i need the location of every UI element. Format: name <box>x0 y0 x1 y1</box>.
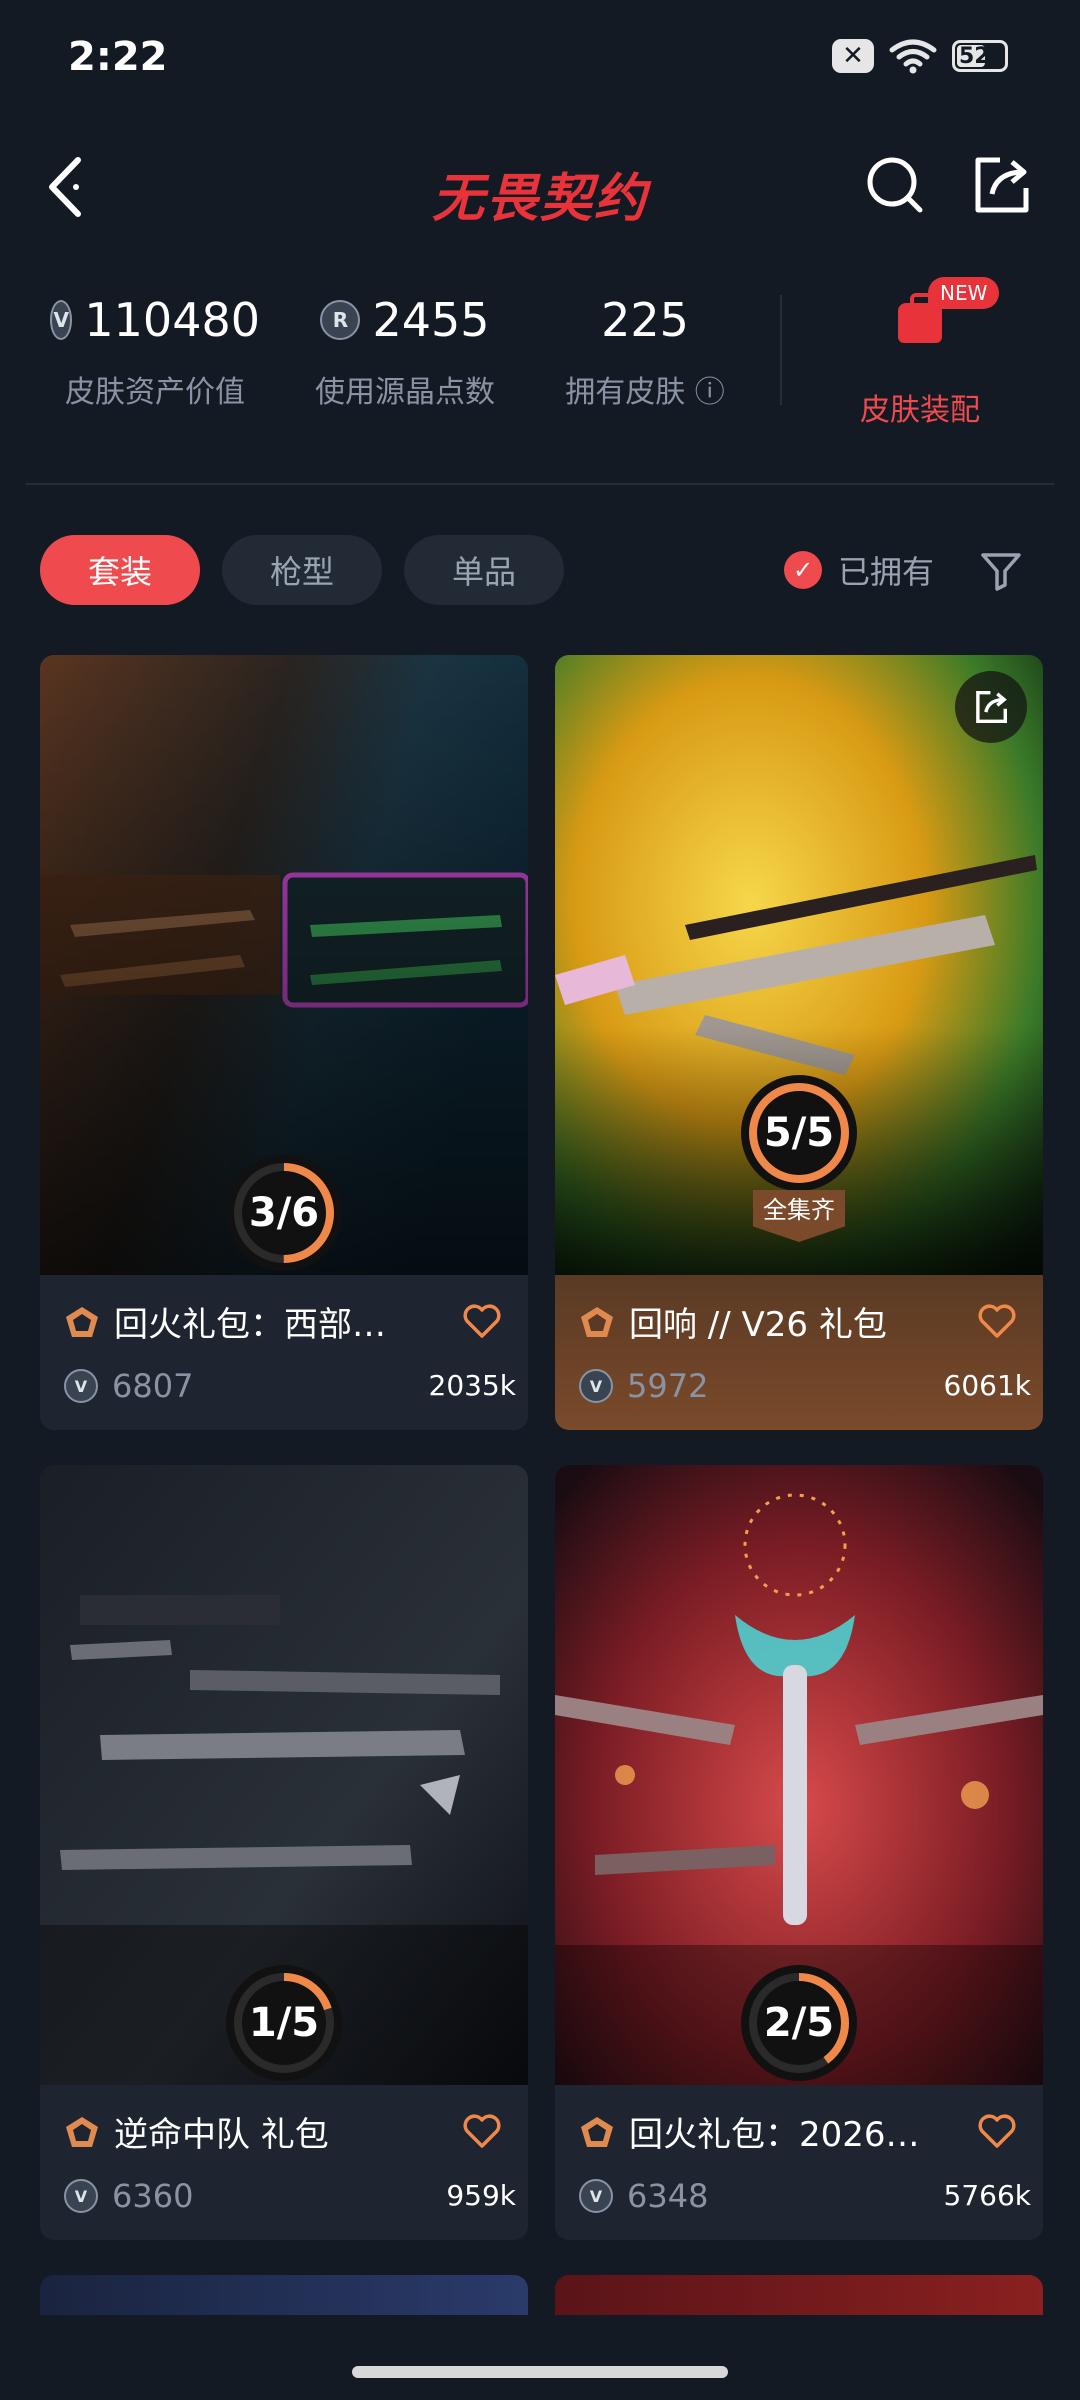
stat-label: 使用源晶点数 <box>315 375 495 410</box>
tier-badge-icon <box>66 2116 98 2147</box>
home-indicator[interactable] <box>352 2366 728 2378</box>
tab-bundle[interactable]: 套装 <box>40 535 200 605</box>
bundle-card-partial[interactable] <box>40 2275 528 2315</box>
share-icon[interactable] <box>966 150 1036 220</box>
bundle-name: 逆命中队 礼包 <box>114 2115 329 2155</box>
collection-progress-ring: 2/5 <box>741 1965 857 2081</box>
collection-progress-ring: 5/5 <box>741 1075 857 1191</box>
battery-icon: 52 <box>952 40 1008 72</box>
bundle-name: 回火礼包：2026… <box>629 2115 920 2155</box>
vp-coin-icon: V <box>579 1369 613 1403</box>
stat-value: 2455 <box>372 293 490 347</box>
like-count: 2035k <box>428 1369 516 1402</box>
card-info: 回火礼包：西部… V 6807 2035k <box>40 1275 528 1430</box>
like-count: 5766k <box>943 2179 1031 2212</box>
bundle-price: 5972 <box>627 1367 709 1405</box>
status-bar: 2:22 ✕ 52 <box>0 0 1080 120</box>
filter-icon[interactable] <box>980 551 1022 591</box>
asset-stats: V 110480 皮肤资产价值 R 2455 使用源晶点数 225 拥有皮肤 ⓘ N… <box>0 277 1080 435</box>
collection-progress-ring: 3/6 <box>226 1155 342 1271</box>
like-count: 6061k <box>943 1369 1031 1402</box>
collection-progress-ring: 1/5 <box>226 1965 342 2081</box>
vp-coin-icon: V <box>64 2179 98 2213</box>
tier-badge-icon <box>66 1306 98 1337</box>
battery-level: 52 <box>959 43 990 69</box>
progress-text: 5/5 <box>763 1110 835 1156</box>
tab-weapon-type[interactable]: 枪型 <box>222 535 382 605</box>
filter-bar: 套装 枪型 单品 ✓ 已拥有 <box>0 535 1080 605</box>
progress-text: 1/5 <box>248 2000 320 2046</box>
share-card-button[interactable] <box>955 671 1027 743</box>
stat-asset-value: V 110480 皮肤资产价值 <box>50 285 260 411</box>
bundle-card-partial[interactable] <box>555 2275 1043 2315</box>
bundle-price: 6807 <box>112 1367 194 1405</box>
heart-icon[interactable] <box>462 1303 502 1339</box>
vp-coin-icon: V <box>50 300 73 340</box>
radianite-icon: R <box>320 300 361 340</box>
bundle-name: 回响 // V26 礼包 <box>629 1305 887 1345</box>
heart-icon[interactable] <box>462 2113 502 2149</box>
backpack-icon <box>898 293 942 343</box>
wifi-icon <box>889 39 937 74</box>
tier-badge-icon <box>581 2116 613 2147</box>
stat-label: 拥有皮肤 ⓘ <box>565 375 725 410</box>
status-icons: ✕ 52 <box>832 38 1008 74</box>
clock: 2:22 <box>68 34 168 80</box>
notification-x-icon: ✕ <box>832 39 874 73</box>
tier-badge-icon <box>581 1306 613 1337</box>
skin-loadout-label: 皮肤装配 <box>860 393 980 428</box>
tab-single-item[interactable]: 单品 <box>404 535 564 605</box>
bundle-card[interactable]: 3/6 回火礼包：西部… V 6807 2035k <box>40 655 528 1430</box>
owned-toggle[interactable]: ✓ 已拥有 <box>784 535 934 605</box>
check-icon: ✓ <box>784 551 822 589</box>
stat-owned-skins[interactable]: 225 拥有皮肤 ⓘ <box>560 285 730 411</box>
share-icon <box>976 691 1007 723</box>
card-info: 回火礼包：2026… V 6348 5766k <box>555 2085 1043 2240</box>
stat-value: 110480 <box>84 293 260 347</box>
stat-value: 225 <box>601 293 689 347</box>
bundle-card[interactable]: 2/5 回火礼包：2026… V 6348 5766k <box>555 1465 1043 2240</box>
app-header: 无畏契约 <box>0 130 1080 240</box>
new-badge: NEW <box>928 277 1000 309</box>
stat-radianite: R 2455 使用源晶点数 <box>300 285 510 411</box>
bundle-price: 6348 <box>627 2177 709 2215</box>
bundle-card[interactable]: 1/5 逆命中队 礼包 V 6360 959k <box>40 1465 528 2240</box>
heart-icon[interactable] <box>977 1303 1017 1339</box>
vp-coin-icon: V <box>64 1369 98 1403</box>
progress-text: 2/5 <box>763 2000 835 2046</box>
like-count: 959k <box>446 2179 516 2212</box>
vp-coin-icon: V <box>579 2179 613 2213</box>
card-info: 逆命中队 礼包 V 6360 959k <box>40 2085 528 2240</box>
bundle-card[interactable]: 5/5 全集齐 回响 // V26 礼包 V 5972 6061k <box>555 655 1043 1430</box>
progress-text: 3/6 <box>248 1190 320 1236</box>
divider <box>780 295 782 405</box>
stat-label: 皮肤资产价值 <box>65 375 245 410</box>
bundle-price: 6360 <box>112 2177 194 2215</box>
divider <box>26 483 1054 485</box>
skin-loadout-button[interactable]: NEW 皮肤装配 <box>840 277 1000 429</box>
owned-label: 已拥有 <box>838 553 935 591</box>
heart-icon[interactable] <box>977 2113 1017 2149</box>
bundle-name: 回火礼包：西部… <box>114 1305 386 1345</box>
card-info: 回响 // V26 礼包 V 5972 6061k <box>555 1275 1043 1430</box>
search-icon[interactable] <box>860 150 930 220</box>
